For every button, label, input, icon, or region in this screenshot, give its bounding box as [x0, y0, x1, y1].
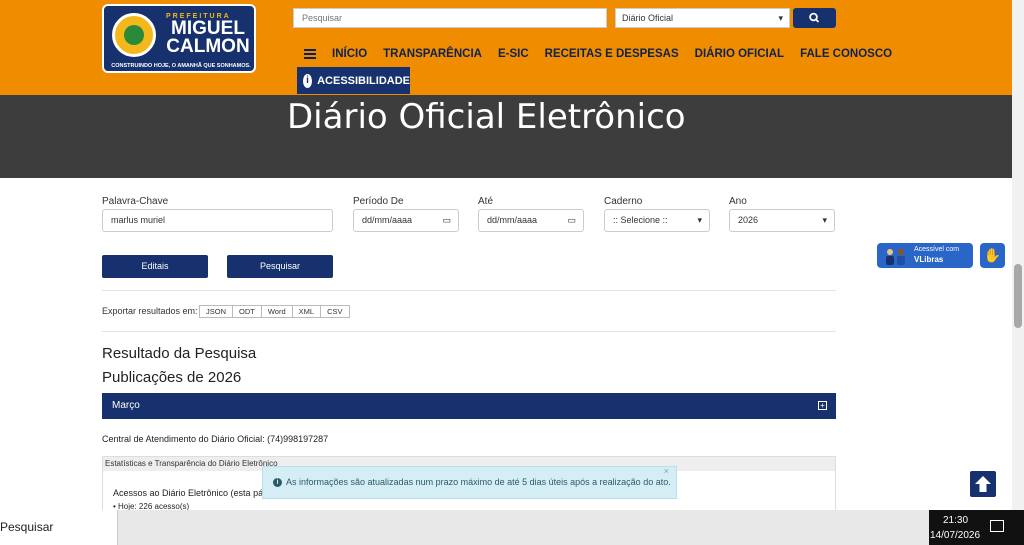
export-json-button[interactable]: JSON	[199, 305, 234, 318]
calendar-icon[interactable]: ▭	[567, 210, 576, 231]
accessibility-button[interactable]: i ACESSIBILIDADE	[297, 67, 410, 94]
main-nav: INÍCIO TRANSPARÊNCIA E-SIC RECEITAS E DE…	[304, 46, 892, 62]
stats-access-title: Acessos ao Diário Eletrônico (esta pá	[113, 488, 264, 498]
caderno-value: :: Selecione ::	[613, 215, 668, 225]
logo-name: MIGUEL CALMON	[166, 18, 250, 57]
os-taskbar: Pesquisar 21:30 14/07/2026	[0, 510, 1024, 545]
publications-heading: Publicações de 2026	[102, 369, 242, 386]
logo-slogan: CONSTRUINDO HOJE, O AMANHÃ QUE SONHAMOS.	[111, 63, 251, 69]
caderno-select[interactable]: :: Selecione :: ▾	[604, 209, 710, 232]
period-from-input[interactable]: dd/mm/aaaa ▭	[353, 209, 459, 232]
scrollbar-thumb[interactable]	[1014, 264, 1022, 328]
results-heading: Resultado da Pesquisa	[102, 345, 257, 362]
vlibras-line1: Acessível com	[914, 246, 960, 253]
clock-time[interactable]: 21:30	[943, 515, 968, 526]
people-icon	[886, 249, 905, 265]
nav-fale-conosco[interactable]: FALE CONOSCO	[800, 48, 892, 60]
taskbar-search[interactable]: Pesquisar	[0, 510, 118, 545]
divider	[102, 331, 836, 332]
accessibility-label: ACESSIBILIDADE	[317, 74, 410, 87]
toast-message: As informações são atualizadas num prazo…	[286, 477, 671, 487]
taskbar-tray: 21:30 14/07/2026	[929, 510, 1024, 545]
site-search-input[interactable]	[293, 8, 607, 28]
nav-inicio[interactable]: INÍCIO	[332, 48, 367, 60]
vlibras-widget[interactable]: Acessível com VLibras	[877, 243, 973, 268]
ano-value: 2026	[738, 215, 759, 225]
page-title: Diário Oficial Eletrônico	[287, 97, 686, 137]
nav-e-sic[interactable]: E-SIC	[498, 48, 529, 60]
caderno-label: Caderno	[604, 196, 643, 207]
scroll-top-button[interactable]	[970, 471, 996, 497]
clock-date[interactable]: 14/07/2026	[930, 530, 980, 541]
calendar-icon[interactable]: ▭	[442, 210, 451, 231]
arrow-up-icon	[975, 476, 991, 492]
accessibility-icon: i	[303, 73, 313, 88]
export-odt-button[interactable]: ODT	[232, 305, 262, 318]
info-toast: i As informações são atualizadas num pra…	[262, 466, 677, 499]
period-to-label: Até	[478, 196, 494, 207]
chevron-down-icon: ▾	[822, 215, 827, 225]
export-xml-button[interactable]: XML	[291, 305, 322, 318]
export-word-button[interactable]: Word	[260, 305, 293, 318]
search-icon	[809, 12, 820, 23]
search-section-select[interactable]: Diário Oficial ▾	[615, 8, 790, 28]
divider	[102, 290, 836, 291]
site-logo[interactable]: PREFEITURA MIGUEL CALMON CONSTRUINDO HOJ…	[102, 4, 256, 73]
period-from-value: dd/mm/aaaa	[362, 215, 413, 225]
keyword-value: marlus muriel	[111, 215, 166, 225]
keyword-input[interactable]: marlus muriel	[102, 209, 333, 232]
ano-label: Ano	[729, 196, 747, 207]
search-section-value: Diário Oficial	[622, 13, 674, 23]
month-accordion-marco[interactable]: Março +	[102, 393, 836, 419]
chevron-down-icon: ▾	[697, 215, 702, 225]
page-banner: Diário Oficial Eletrônico	[0, 95, 1024, 178]
ano-select[interactable]: 2026 ▾	[729, 209, 835, 232]
period-to-value: dd/mm/aaaa	[487, 215, 538, 225]
notification-icon[interactable]	[990, 520, 1004, 532]
editais-button[interactable]: Editais	[102, 255, 208, 278]
search-button[interactable]	[793, 8, 836, 28]
nav-transparencia[interactable]: TRANSPARÊNCIA	[383, 48, 482, 60]
close-icon[interactable]: ×	[664, 456, 669, 487]
page-scrollbar[interactable]	[1012, 0, 1024, 510]
export-label: Exportar resultados em:	[102, 306, 198, 316]
nav-receitas-despesas[interactable]: RECEITAS E DESPESAS	[545, 48, 679, 60]
city-emblem-icon	[112, 13, 156, 57]
export-csv-button[interactable]: CSV	[320, 305, 350, 318]
period-from-label: Período De	[353, 196, 404, 207]
expand-icon[interactable]: +	[818, 401, 827, 410]
chevron-down-icon: ▾	[778, 13, 783, 23]
hamburger-menu-icon[interactable]	[304, 49, 316, 59]
nav-diario-oficial[interactable]: DIÁRIO OFICIAL	[695, 48, 784, 60]
vlibras-line2: VLibras	[914, 255, 944, 264]
info-icon: i	[273, 478, 282, 487]
sign-language-hand-icon[interactable]: ✋	[980, 243, 1005, 268]
month-label: Março	[112, 400, 140, 411]
keyword-label: Palavra-Chave	[102, 196, 169, 207]
export-buttons: JSON ODT Word XML CSV	[199, 305, 350, 318]
site-header: PREFEITURA MIGUEL CALMON CONSTRUINDO HOJ…	[0, 0, 1024, 95]
period-to-input[interactable]: dd/mm/aaaa ▭	[478, 209, 584, 232]
central-atendimento: Central de Atendimento do Diário Oficial…	[102, 434, 329, 444]
pesquisar-button[interactable]: Pesquisar	[227, 255, 333, 278]
